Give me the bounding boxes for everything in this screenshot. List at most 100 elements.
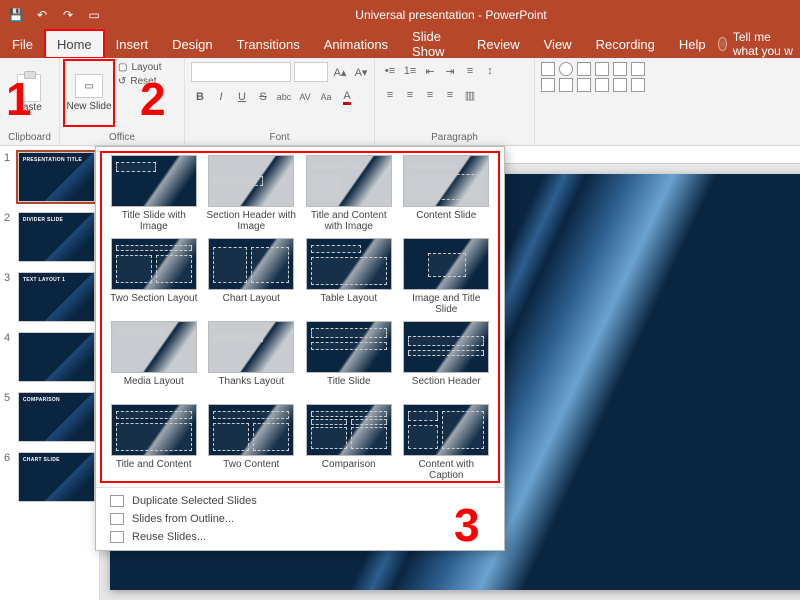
layout-media[interactable]: Media Layout xyxy=(108,321,200,398)
tab-design[interactable]: Design xyxy=(160,30,224,58)
start-from-beginning-icon[interactable]: ▭ xyxy=(86,7,102,23)
align-left-icon[interactable]: ≡ xyxy=(381,86,399,104)
line-spacing-icon[interactable]: ≡ xyxy=(461,62,479,80)
lightbulb-icon xyxy=(718,37,727,51)
layout-section-header-with-image[interactable]: Section Header with Image xyxy=(206,155,298,232)
align-center-icon[interactable]: ≡ xyxy=(401,86,419,104)
layout-content-slide[interactable]: Content Slide xyxy=(401,155,493,232)
tab-file[interactable]: File xyxy=(0,30,45,58)
layout-two-content[interactable]: Two Content xyxy=(206,404,298,481)
layout-section-header[interactable]: Section Header xyxy=(401,321,493,398)
underline-button[interactable]: U xyxy=(233,88,251,106)
tab-transitions[interactable]: Transitions xyxy=(225,30,312,58)
shape-callout-icon[interactable] xyxy=(541,78,555,92)
char-spacing-button[interactable]: AV xyxy=(296,88,314,106)
shape-triangle-icon[interactable] xyxy=(613,62,627,76)
shape-curve-icon[interactable] xyxy=(595,78,609,92)
annotation-1: 1 xyxy=(6,72,32,126)
tab-insert[interactable]: Insert xyxy=(104,30,161,58)
shape-connector-icon[interactable] xyxy=(577,78,591,92)
annotation-2: 2 xyxy=(140,72,166,126)
layout-image-and-title[interactable]: Image and Title Slide xyxy=(401,238,493,315)
thumb-row[interactable]: 3 TEXT LAYOUT 1 xyxy=(4,272,95,322)
slides-group-label: Office xyxy=(66,130,178,143)
layout-chart[interactable]: Chart Layout xyxy=(206,238,298,315)
slide-thumb-2[interactable]: DIVIDER SLIDE xyxy=(18,212,95,262)
thumb-row[interactable]: 6 CHART SLIDE xyxy=(4,452,95,502)
reuse-icon xyxy=(110,531,124,543)
shape-more-icon[interactable] xyxy=(631,78,645,92)
group-drawing xyxy=(535,58,685,145)
tab-recording[interactable]: Recording xyxy=(584,30,667,58)
layout-grid: Title Slide with Image Section Header wi… xyxy=(98,149,502,485)
bold-button[interactable]: B xyxy=(191,88,209,106)
new-slide-button[interactable]: ▭ New Slide xyxy=(66,62,112,124)
shape-brace-icon[interactable] xyxy=(559,78,573,92)
tab-animations[interactable]: Animations xyxy=(312,30,400,58)
layout-title-and-content[interactable]: Title and Content xyxy=(108,404,200,481)
italic-button[interactable]: I xyxy=(212,88,230,106)
abc-button[interactable]: abc xyxy=(275,88,293,106)
slide-thumb-3[interactable]: TEXT LAYOUT 1 xyxy=(18,272,95,322)
slide-thumb-4[interactable] xyxy=(18,332,95,382)
indent-dec-icon[interactable]: ⇤ xyxy=(421,62,439,80)
change-case-button[interactable]: Aa xyxy=(317,88,335,106)
strike-button[interactable]: S xyxy=(254,88,272,106)
layout-title-and-content-with-image[interactable]: Title and Content with Image xyxy=(303,155,395,232)
tell-me[interactable]: Tell me what you w xyxy=(718,30,800,58)
ribbon: Paste Clipboard ▭ New Slide ▢Layout ↺Res… xyxy=(0,58,800,146)
redo-icon[interactable]: ↷ xyxy=(60,7,76,23)
thumb-row[interactable]: 4 xyxy=(4,332,95,382)
decrease-font-icon[interactable]: A▾ xyxy=(352,63,370,81)
font-size-select[interactable] xyxy=(294,62,328,82)
new-slide-label: New Slide xyxy=(66,101,111,112)
quick-access-toolbar: 💾 ↶ ↷ ▭ xyxy=(0,7,102,23)
layout-title-slide[interactable]: Title Slide xyxy=(303,321,395,398)
reuse-slides-item[interactable]: Reuse Slides... xyxy=(96,528,504,546)
layout-comparison[interactable]: Comparison xyxy=(303,404,395,481)
outline-icon xyxy=(110,513,124,525)
slide-thumb-6[interactable]: CHART SLIDE xyxy=(18,452,95,502)
columns-icon[interactable]: ▥ xyxy=(461,86,479,104)
thumb-row[interactable]: 5 COMPARISON xyxy=(4,392,95,442)
tab-slideshow[interactable]: Slide Show xyxy=(400,30,465,58)
shape-star-icon[interactable] xyxy=(631,62,645,76)
layout-content-with-caption[interactable]: Content with Caption xyxy=(401,404,493,481)
shape-freeform-icon[interactable] xyxy=(613,78,627,92)
group-font: A▴ A▾ B I U S abc AV Aa A Font xyxy=(185,58,375,145)
group-paragraph: •≡ 1≡ ⇤ ⇥ ≡ ↕ ≡ ≡ ≡ ≡ ▥ Paragraph xyxy=(375,58,535,145)
font-group-label: Font xyxy=(191,130,368,143)
layout-title-slide-with-image[interactable]: Title Slide with Image xyxy=(108,155,200,232)
increase-font-icon[interactable]: A▴ xyxy=(331,63,349,81)
font-color-button[interactable]: A xyxy=(338,88,356,106)
thumb-row[interactable]: 1 PRESENTATION TITLE xyxy=(4,152,95,202)
layout-thanks[interactable]: Thanks Layout xyxy=(206,321,298,398)
duplicate-slides-item[interactable]: Duplicate Selected Slides xyxy=(96,492,504,510)
tab-home[interactable]: Home xyxy=(45,30,104,58)
tab-review[interactable]: Review xyxy=(465,30,532,58)
slide-thumb-1[interactable]: PRESENTATION TITLE xyxy=(18,152,95,202)
tab-help[interactable]: Help xyxy=(667,30,718,58)
layout-table[interactable]: Table Layout xyxy=(303,238,395,315)
justify-icon[interactable]: ≡ xyxy=(441,86,459,104)
title-bar: 💾 ↶ ↷ ▭ Universal presentation - PowerPo… xyxy=(0,0,800,30)
numbering-icon[interactable]: 1≡ xyxy=(401,62,419,80)
layout-two-section[interactable]: Two Section Layout xyxy=(108,238,200,315)
slides-from-outline-item[interactable]: Slides from Outline... xyxy=(96,510,504,528)
shape-arrow-icon[interactable] xyxy=(595,62,609,76)
tell-me-label: Tell me what you w xyxy=(733,30,794,58)
thumb-row[interactable]: 2 DIVIDER SLIDE xyxy=(4,212,95,262)
text-direction-icon[interactable]: ↕ xyxy=(481,62,499,80)
font-family-select[interactable] xyxy=(191,62,291,82)
shape-oval-icon[interactable] xyxy=(559,62,573,76)
shapes-gallery[interactable] xyxy=(541,62,647,92)
bullets-icon[interactable]: •≡ xyxy=(381,62,399,80)
shape-rect-icon[interactable] xyxy=(541,62,555,76)
slide-thumb-5[interactable]: COMPARISON xyxy=(18,392,95,442)
align-right-icon[interactable]: ≡ xyxy=(421,86,439,104)
undo-icon[interactable]: ↶ xyxy=(34,7,50,23)
shape-line-icon[interactable] xyxy=(577,62,591,76)
indent-inc-icon[interactable]: ⇥ xyxy=(441,62,459,80)
tab-view[interactable]: View xyxy=(532,30,584,58)
save-icon[interactable]: 💾 xyxy=(8,7,24,23)
